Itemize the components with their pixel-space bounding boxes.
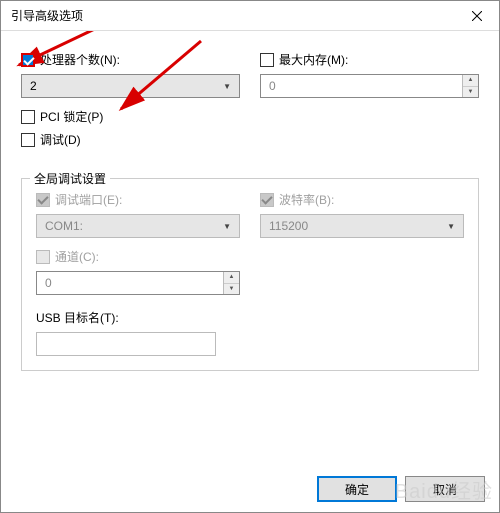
col-baud: 波特率(B): 115200 ▼ — [260, 191, 464, 238]
channel-spinner: ▲ ▼ — [223, 272, 239, 294]
chevron-down-icon: ▼ — [223, 82, 231, 91]
col-port: 调试端口(E): COM1: ▼ — [36, 191, 240, 238]
usb-target-input — [36, 332, 216, 356]
proc-count-value: 2 — [30, 79, 37, 93]
baud-label: 波特率(B): — [279, 191, 334, 208]
row-usb-target: USB 目标名(T): — [36, 309, 464, 356]
max-mem-spinner[interactable]: ▲ ▼ — [462, 75, 478, 97]
debug-label: 调试(D) — [40, 131, 81, 148]
row-middle: PCI 锁定(P) 调试(D) — [21, 108, 479, 148]
max-mem-input[interactable]: 0 ▲ ▼ — [260, 74, 479, 98]
cancel-button[interactable]: 取消 — [405, 476, 485, 502]
channel-value: 0 — [37, 276, 223, 290]
spinner-up-icon: ▲ — [224, 272, 239, 284]
proc-count-select[interactable]: 2 ▼ — [21, 74, 240, 98]
debug-port-checkbox — [36, 193, 50, 207]
spinner-down-icon: ▼ — [224, 284, 239, 295]
baud-select: 115200 ▼ — [260, 214, 464, 238]
proc-count-field: 处理器个数(N): — [21, 51, 240, 68]
chevron-down-icon: ▼ — [447, 222, 455, 231]
close-icon — [472, 11, 482, 21]
channel-input: 0 ▲ ▼ — [36, 271, 240, 295]
close-button[interactable] — [454, 1, 499, 31]
max-mem-value: 0 — [261, 79, 462, 93]
pci-lock-field: PCI 锁定(P) — [21, 108, 479, 125]
dialog-title: 引导高级选项 — [11, 7, 83, 24]
groupbox-title: 全局调试设置 — [30, 170, 110, 187]
channel-label: 通道(C): — [55, 248, 99, 265]
debug-port-value: COM1: — [45, 219, 83, 233]
pci-lock-label: PCI 锁定(P) — [40, 108, 103, 125]
usb-target-label: USB 目标名(T): — [36, 309, 464, 326]
content-area: 处理器个数(N): 2 ▼ 最大内存(M): 0 ▲ ▼ — [1, 31, 499, 466]
baud-checkbox — [260, 193, 274, 207]
dialog-window: 引导高级选项 处理器个数(N): — [0, 0, 500, 513]
col-proc-count: 处理器个数(N): 2 ▼ — [21, 51, 240, 98]
col-max-mem: 最大内存(M): 0 ▲ ▼ — [260, 51, 479, 98]
debug-port-field: 调试端口(E): — [36, 191, 240, 208]
proc-count-checkbox[interactable] — [21, 53, 35, 67]
chevron-down-icon: ▼ — [223, 222, 231, 231]
ok-button[interactable]: 确定 — [317, 476, 397, 502]
baud-field: 波特率(B): — [260, 191, 464, 208]
debug-field: 调试(D) — [21, 131, 479, 148]
global-debug-group: 全局调试设置 调试端口(E): COM1: ▼ 波特率(B): — [21, 178, 479, 371]
button-row: 确定 取消 — [1, 466, 499, 512]
spinner-up-icon[interactable]: ▲ — [463, 75, 478, 87]
row-port-baud: 调试端口(E): COM1: ▼ 波特率(B): 115200 ▼ — [36, 191, 464, 238]
max-mem-field: 最大内存(M): — [260, 51, 479, 68]
debug-port-label: 调试端口(E): — [55, 191, 122, 208]
row-top: 处理器个数(N): 2 ▼ 最大内存(M): 0 ▲ ▼ — [21, 51, 479, 98]
channel-checkbox — [36, 250, 50, 264]
debug-checkbox[interactable] — [21, 133, 35, 147]
proc-count-label: 处理器个数(N): — [40, 51, 120, 68]
baud-value: 115200 — [269, 219, 308, 233]
col-channel: 通道(C): 0 ▲ ▼ — [36, 248, 240, 295]
spinner-down-icon[interactable]: ▼ — [463, 87, 478, 98]
row-channel: 通道(C): 0 ▲ ▼ — [36, 248, 464, 295]
max-mem-label: 最大内存(M): — [279, 51, 348, 68]
channel-field: 通道(C): — [36, 248, 240, 265]
debug-port-select: COM1: ▼ — [36, 214, 240, 238]
pci-lock-checkbox[interactable] — [21, 110, 35, 124]
titlebar: 引导高级选项 — [1, 1, 499, 31]
max-mem-checkbox[interactable] — [260, 53, 274, 67]
